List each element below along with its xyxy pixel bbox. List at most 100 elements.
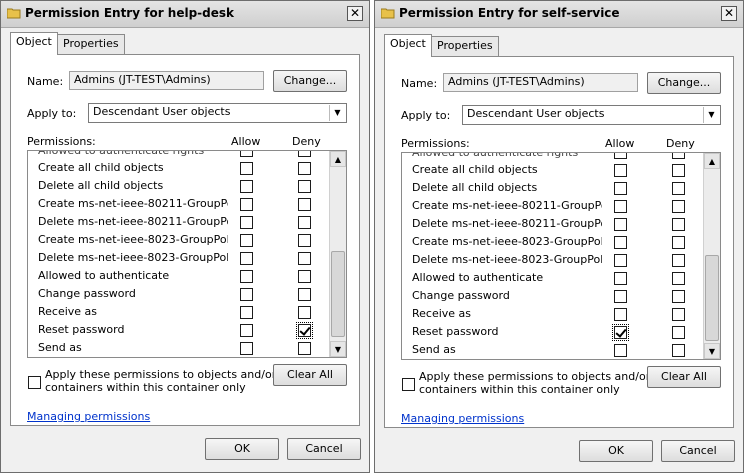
allow-checkbox[interactable] [240, 180, 253, 193]
chevron-up-icon[interactable]: ▲ [704, 153, 720, 169]
change-button[interactable]: Change... [273, 70, 347, 92]
deny-checkbox[interactable] [298, 342, 311, 355]
deny-checkbox[interactable] [298, 216, 311, 229]
permissions-label: Permissions: [401, 137, 470, 150]
allow-checkbox[interactable] [614, 236, 627, 249]
allow-checkbox[interactable] [240, 151, 253, 157]
chevron-up-icon[interactable]: ▲ [330, 151, 346, 167]
deny-checkbox[interactable] [672, 153, 685, 159]
deny-checkbox[interactable] [672, 344, 685, 357]
permission-label: Change password [38, 287, 136, 300]
deny-checkbox[interactable] [672, 326, 685, 339]
permission-label: Receive as [412, 307, 472, 320]
deny-checkbox[interactable] [672, 236, 685, 249]
permission-label: Reset password [412, 325, 499, 338]
permission-entry-dialog: Permission Entry for help-desk ✕ Object Pro… [0, 0, 370, 473]
managing-permissions-link[interactable]: Managing permissions [401, 412, 524, 425]
permission-row: Delete ms-net-ieee-80211-GroupPoli... [28, 213, 333, 231]
apply-to-dropdown[interactable]: Descendant User objects ▼ [88, 103, 347, 123]
chevron-down-icon[interactable]: ▼ [704, 343, 720, 359]
deny-checkbox[interactable] [296, 322, 313, 339]
allow-checkbox[interactable] [240, 306, 253, 319]
deny-checkbox[interactable] [298, 306, 311, 319]
allow-checkbox[interactable] [240, 288, 253, 301]
scrollbar-thumb[interactable] [331, 251, 345, 337]
allow-checkbox[interactable] [240, 216, 253, 229]
deny-checkbox[interactable] [298, 180, 311, 193]
deny-checkbox[interactable] [298, 288, 311, 301]
deny-checkbox[interactable] [672, 272, 685, 285]
clear-all-button[interactable]: Clear All [647, 366, 721, 388]
change-button[interactable]: Change... [647, 72, 721, 94]
deny-checkbox[interactable] [672, 164, 685, 177]
permission-row: Change password [402, 287, 707, 305]
deny-checkbox[interactable] [672, 290, 685, 303]
deny-checkbox[interactable] [672, 218, 685, 231]
permission-label: Reset password [38, 323, 125, 336]
allow-checkbox[interactable] [614, 218, 627, 231]
apply-inheritance-checkbox[interactable] [28, 376, 41, 389]
allow-checkbox[interactable] [614, 182, 627, 195]
deny-checkbox[interactable] [672, 308, 685, 321]
deny-checkbox[interactable] [298, 270, 311, 283]
close-icon[interactable]: ✕ [721, 6, 737, 21]
tab-properties[interactable]: Properties [431, 36, 499, 56]
allow-checkbox[interactable] [240, 252, 253, 265]
allow-checkbox[interactable] [614, 308, 627, 321]
permissions-list[interactable]: Allowed to authenticate rights Create all… [27, 150, 347, 358]
apply-inheritance-checkbox[interactable] [402, 378, 415, 391]
partially-visible-row: Allowed to authenticate rights [412, 152, 579, 159]
allow-checkbox[interactable] [614, 164, 627, 177]
tab-object[interactable]: Object [10, 32, 58, 55]
clear-all-button[interactable]: Clear All [273, 364, 347, 386]
chevron-down-icon[interactable]: ▼ [329, 105, 345, 121]
close-icon[interactable]: ✕ [347, 6, 363, 21]
allow-checkbox[interactable] [240, 342, 253, 355]
permission-row: Create ms-net-ieee-80211-GroupPoli... [402, 197, 707, 215]
allow-checkbox[interactable] [240, 324, 253, 337]
apply-to-dropdown[interactable]: Descendant User objects ▼ [462, 105, 721, 125]
folder-icon [6, 7, 21, 19]
allow-checkbox[interactable] [240, 234, 253, 247]
deny-checkbox[interactable] [672, 182, 685, 195]
tab-object[interactable]: Object [384, 34, 432, 57]
vertical-scrollbar[interactable]: ▲ ▼ [329, 151, 346, 357]
allow-header: Allow [231, 135, 261, 148]
deny-checkbox[interactable] [672, 254, 685, 267]
cancel-button[interactable]: Cancel [287, 438, 361, 460]
apply-inheritance-label-line1: Apply these permissions to objects and/o… [45, 368, 277, 381]
allow-checkbox[interactable] [612, 324, 629, 341]
scrollbar-thumb[interactable] [705, 255, 719, 341]
deny-checkbox[interactable] [298, 252, 311, 265]
cancel-button[interactable]: Cancel [661, 440, 735, 462]
chevron-down-icon[interactable]: ▼ [703, 107, 719, 123]
allow-checkbox[interactable] [614, 272, 627, 285]
allow-checkbox[interactable] [240, 162, 253, 175]
allow-checkbox[interactable] [614, 200, 627, 213]
deny-checkbox[interactable] [672, 200, 685, 213]
vertical-scrollbar[interactable]: ▲ ▼ [703, 153, 720, 359]
allow-checkbox[interactable] [614, 153, 627, 159]
permission-row: Create ms-net-ieee-8023-GroupPolic... [28, 231, 333, 249]
deny-checkbox[interactable] [298, 234, 311, 247]
ok-button[interactable]: OK [579, 440, 653, 462]
managing-permissions-link[interactable]: Managing permissions [27, 410, 150, 423]
deny-checkbox[interactable] [298, 151, 311, 157]
chevron-down-icon[interactable]: ▼ [330, 341, 346, 357]
deny-checkbox[interactable] [298, 198, 311, 211]
object-tab-panel: Name: Admins (JT-TEST\Admins) Change... App… [10, 54, 360, 426]
permission-label: Delete all child objects [38, 179, 164, 192]
permission-row: Delete ms-net-ieee-8023-GroupPolic... [402, 251, 707, 269]
permission-label: Delete ms-net-ieee-8023-GroupPolic... [38, 251, 228, 264]
allow-checkbox[interactable] [614, 344, 627, 357]
allow-checkbox[interactable] [240, 270, 253, 283]
allow-checkbox[interactable] [240, 198, 253, 211]
tab-properties[interactable]: Properties [57, 34, 125, 54]
allow-checkbox[interactable] [614, 254, 627, 267]
allow-checkbox[interactable] [614, 290, 627, 303]
deny-checkbox[interactable] [298, 162, 311, 175]
ok-button[interactable]: OK [205, 438, 279, 460]
title-bar: Permission Entry for self-service ✕ [375, 1, 743, 28]
permission-row: Reset password [402, 323, 707, 341]
permissions-list[interactable]: Allowed to authenticate rights Create all… [401, 152, 721, 360]
